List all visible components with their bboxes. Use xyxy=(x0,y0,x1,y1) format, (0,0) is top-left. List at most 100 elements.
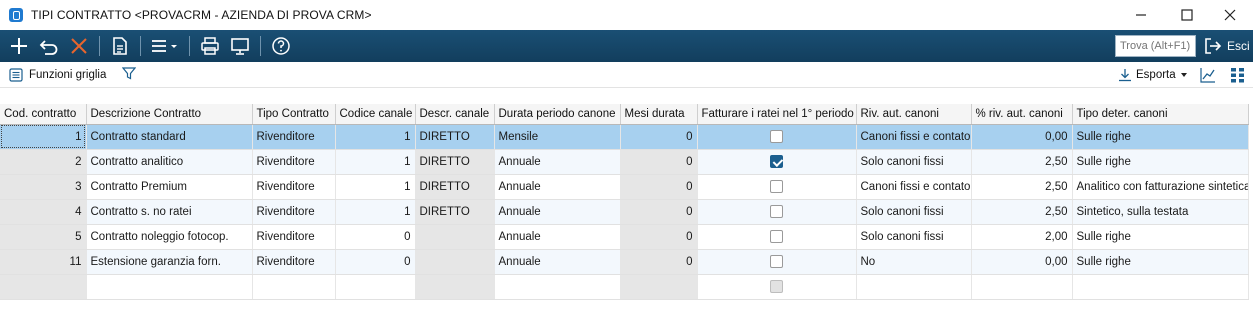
close-button[interactable] xyxy=(1207,0,1253,30)
table-row[interactable]: 1 Contratto standard Rivenditore 1 DIRETTO Me… xyxy=(0,124,1249,150)
cell-mesi[interactable]: 0 xyxy=(620,124,698,150)
cell-deter[interactable]: Sulle righe xyxy=(1072,149,1249,175)
empty-cell[interactable] xyxy=(252,274,336,300)
cell-descr-canale[interactable]: DIRETTO xyxy=(415,124,495,150)
cell-descr[interactable]: Estensione garanzia forn. xyxy=(86,249,253,275)
cell-tipo[interactable]: Rivenditore xyxy=(252,174,336,200)
cell-mesi[interactable]: 0 xyxy=(620,174,698,200)
ratei-checkbox[interactable] xyxy=(770,180,783,193)
cell-deter[interactable]: Sulle righe xyxy=(1072,249,1249,275)
cell-mesi[interactable]: 0 xyxy=(620,199,698,225)
grid-functions-button[interactable]: Funzioni griglia xyxy=(9,67,106,82)
cell-riv[interactable]: No xyxy=(856,249,972,275)
cell-deter[interactable]: Sintetico, sulla testata xyxy=(1072,199,1249,225)
column-header[interactable]: Mesi durata xyxy=(620,104,698,125)
cell-riv[interactable]: Solo canoni fissi xyxy=(856,199,972,225)
cell-descr-canale[interactable]: DIRETTO xyxy=(415,149,495,175)
cell-perc[interactable]: 2,50 xyxy=(971,199,1073,225)
cell-descr-canale[interactable]: DIRETTO xyxy=(415,174,495,200)
cell-canale[interactable]: 1 xyxy=(335,199,416,225)
ratei-checkbox-cell[interactable] xyxy=(697,149,857,175)
cell-cod[interactable]: 2 xyxy=(0,149,87,175)
add-button[interactable] xyxy=(4,31,34,61)
cell-descr[interactable]: Contratto standard xyxy=(86,124,253,150)
table-row[interactable]: 5 Contratto noleggio fotocop. Rivenditore 0… xyxy=(0,224,1249,250)
cell-deter[interactable]: Sulle righe xyxy=(1072,124,1249,150)
column-header[interactable]: Cod. contratto xyxy=(0,104,87,125)
filter-button[interactable] xyxy=(122,66,137,83)
empty-cell[interactable] xyxy=(697,274,857,300)
cell-durata[interactable]: Mensile xyxy=(494,124,621,150)
minimize-button[interactable] xyxy=(1118,0,1164,30)
empty-cell[interactable] xyxy=(86,274,253,300)
cell-descr-canale[interactable] xyxy=(415,224,495,250)
cell-descr[interactable]: Contratto Premium xyxy=(86,174,253,200)
cell-riv[interactable]: Canoni fissi e contatori xyxy=(856,124,972,150)
cell-descr[interactable]: Contratto noleggio fotocop. xyxy=(86,224,253,250)
cell-cod[interactable]: 11 xyxy=(0,249,87,275)
cell-riv[interactable]: Solo canoni fissi xyxy=(856,224,972,250)
ratei-checkbox[interactable] xyxy=(770,130,783,143)
column-header[interactable]: Descr. canale xyxy=(415,104,495,125)
cell-canale[interactable]: 0 xyxy=(335,224,416,250)
cell-perc[interactable]: 0,00 xyxy=(971,249,1073,275)
cell-cod[interactable]: 5 xyxy=(0,224,87,250)
undo-button[interactable] xyxy=(34,31,64,61)
column-header[interactable]: Riv. aut. canoni xyxy=(856,104,972,125)
cell-durata[interactable]: Annuale xyxy=(494,199,621,225)
cell-tipo[interactable]: Rivenditore xyxy=(252,224,336,250)
ratei-checkbox-cell[interactable] xyxy=(697,199,857,225)
help-button[interactable] xyxy=(266,31,296,61)
empty-cell[interactable] xyxy=(494,274,621,300)
print-button[interactable] xyxy=(195,31,225,61)
cell-tipo[interactable]: Rivenditore xyxy=(252,149,336,175)
cell-tipo[interactable]: Rivenditore xyxy=(252,124,336,150)
empty-cell[interactable] xyxy=(335,274,416,300)
cell-cod[interactable]: 1 xyxy=(0,124,87,150)
column-header[interactable]: Codice canale xyxy=(335,104,416,125)
grid-layout-button[interactable] xyxy=(1229,66,1247,84)
cell-riv[interactable]: Solo canoni fissi xyxy=(856,149,972,175)
table-row[interactable]: 2 Contratto analitico Rivenditore 1 DIRETTO A… xyxy=(0,149,1249,175)
empty-cell[interactable] xyxy=(0,274,87,300)
exit-button[interactable]: Esci xyxy=(1203,34,1250,58)
ratei-checkbox[interactable] xyxy=(770,230,783,243)
document-button[interactable] xyxy=(105,31,135,61)
cell-descr[interactable]: Contratto s. no ratei xyxy=(86,199,253,225)
table-row[interactable]: 3 Contratto Premium Rivenditore 1 DIRETTO Ann… xyxy=(0,174,1249,200)
ratei-checkbox[interactable] xyxy=(770,155,783,168)
cell-canale[interactable]: 0 xyxy=(335,249,416,275)
cell-durata[interactable]: Annuale xyxy=(494,149,621,175)
cell-canale[interactable]: 1 xyxy=(335,149,416,175)
table-row[interactable]: 11 Estensione garanzia forn. Rivenditore 0 A… xyxy=(0,249,1249,275)
empty-cell[interactable] xyxy=(1072,274,1249,300)
menu-button[interactable] xyxy=(146,31,184,61)
export-button[interactable]: Esporta xyxy=(1118,62,1188,88)
cell-cod[interactable]: 3 xyxy=(0,174,87,200)
maximize-button[interactable] xyxy=(1164,0,1210,30)
column-header[interactable]: Descrizione Contratto xyxy=(86,104,253,125)
monitor-button[interactable] xyxy=(225,31,255,61)
cell-durata[interactable]: Annuale xyxy=(494,224,621,250)
column-header[interactable]: Durata periodo canone xyxy=(494,104,621,125)
cell-tipo[interactable]: Rivenditore xyxy=(252,199,336,225)
cell-tipo[interactable]: Rivenditore xyxy=(252,249,336,275)
cell-deter[interactable]: Analitico con fatturazione sintetica xyxy=(1072,174,1249,200)
chart-button[interactable] xyxy=(1199,66,1217,84)
cell-canale[interactable]: 1 xyxy=(335,124,416,150)
cell-durata[interactable]: Annuale xyxy=(494,249,621,275)
column-header[interactable]: Tipo Contratto xyxy=(252,104,336,125)
cell-descr[interactable]: Contratto analitico xyxy=(86,149,253,175)
cell-mesi[interactable]: 0 xyxy=(620,224,698,250)
ratei-checkbox[interactable] xyxy=(770,255,783,268)
delete-button[interactable] xyxy=(64,31,94,61)
ratei-checkbox-cell[interactable] xyxy=(697,224,857,250)
cell-descr-canale[interactable]: DIRETTO xyxy=(415,199,495,225)
ratei-checkbox-cell[interactable] xyxy=(697,124,857,150)
ratei-checkbox-cell[interactable] xyxy=(697,249,857,275)
empty-cell[interactable] xyxy=(415,274,495,300)
table-row[interactable]: 4 Contratto s. no ratei Rivenditore 1 DIRETT… xyxy=(0,199,1249,225)
ratei-checkbox-cell[interactable] xyxy=(697,174,857,200)
column-header[interactable]: % riv. aut. canoni xyxy=(971,104,1073,125)
cell-perc[interactable]: 2,50 xyxy=(971,174,1073,200)
